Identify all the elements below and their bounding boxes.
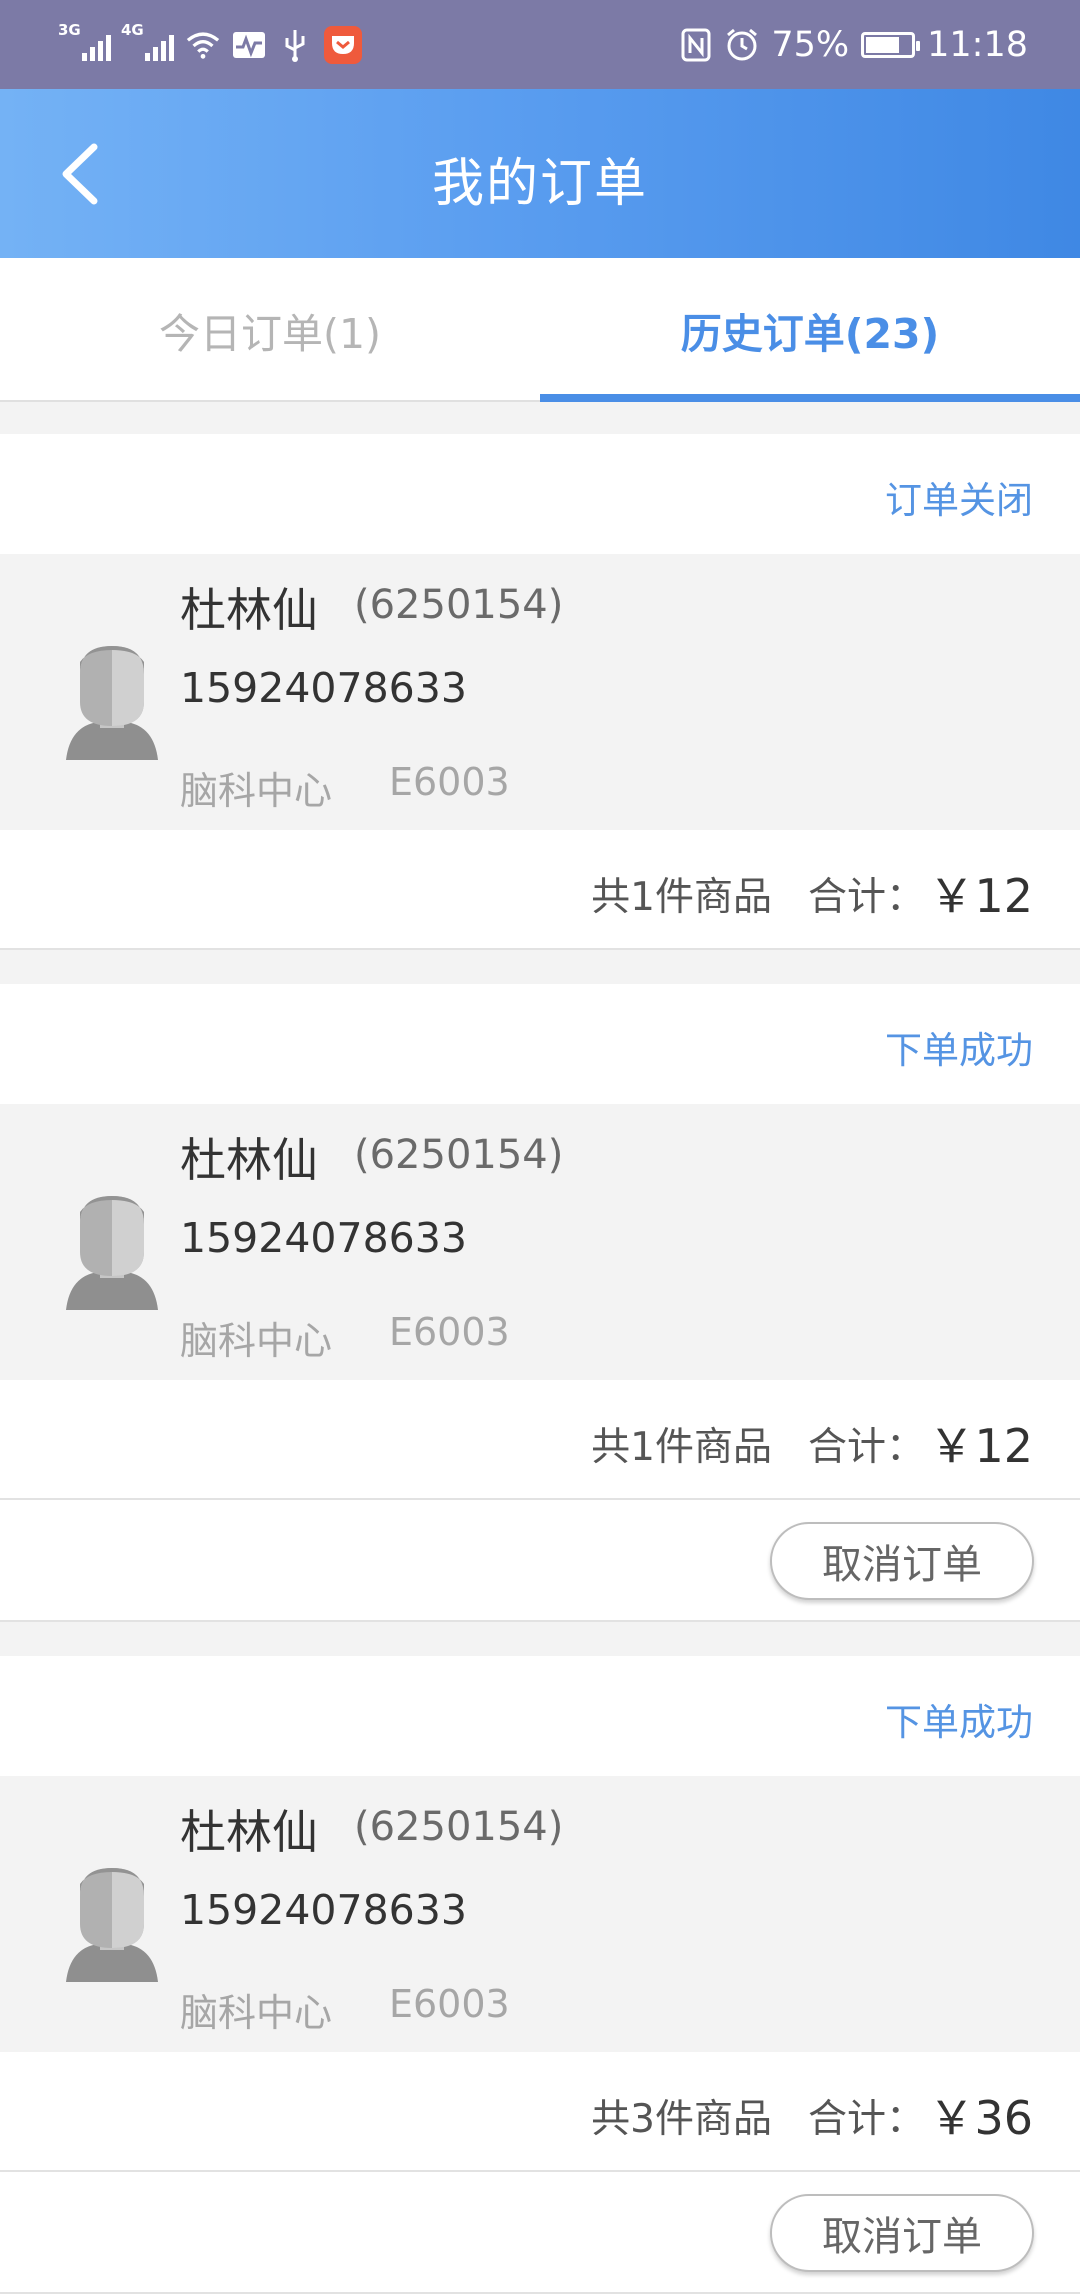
nfc-icon xyxy=(679,28,713,62)
department: 脑科中心 xyxy=(180,769,333,813)
order-status-row: 订单关闭 xyxy=(0,434,1080,554)
order-total-row: 共1件商品 合计： ￥12 xyxy=(0,1380,1080,1500)
order-action-row: 取消订单 xyxy=(0,2172,1080,2294)
order-total-row: 共1件商品 合计： ￥12 xyxy=(0,830,1080,950)
total-label: 合计： xyxy=(807,1425,925,1470)
battery-percent: 75% xyxy=(771,25,850,65)
customer-info[interactable]: 杜林仙 (6250154) 15924078633 脑科中心 E6003 xyxy=(0,1776,1080,2052)
order-card[interactable]: 下单成功 杜林仙 (6250154) 15924078633 脑科中心 E600… xyxy=(0,1656,1080,2294)
avatar-icon xyxy=(66,1196,158,1310)
usb-icon xyxy=(278,28,312,62)
order-card[interactable]: 订单关闭 杜林仙 (6250154) 15924078633 脑科中心 E600… xyxy=(0,434,1080,950)
customer-phone: 15924078633 xyxy=(180,1886,467,1934)
pocket-app-icon xyxy=(324,26,362,64)
wifi-icon xyxy=(186,28,220,62)
order-status-row: 下单成功 xyxy=(0,1656,1080,1776)
battery-fill xyxy=(866,37,900,53)
customer-name: 杜林仙 xyxy=(180,1133,318,1187)
order-status: 下单成功 xyxy=(885,1029,1033,1072)
order-status: 下单成功 xyxy=(885,1701,1033,1744)
order-card[interactable]: 下单成功 杜林仙 (6250154) 15924078633 脑科中心 E600… xyxy=(0,984,1080,1622)
customer-info[interactable]: 杜林仙 (6250154) 15924078633 脑科中心 E6003 xyxy=(0,1104,1080,1380)
tab-today-orders[interactable]: 今日订单(1) xyxy=(0,258,540,402)
tab-history-orders[interactable]: 历史订单(23) xyxy=(540,258,1080,402)
order-total-row: 共3件商品 合计： ￥36 xyxy=(0,2052,1080,2172)
bed-number: E6003 xyxy=(389,760,510,804)
department: 脑科中心 xyxy=(180,1319,333,1363)
cancel-order-button[interactable]: 取消订单 xyxy=(770,2194,1034,2272)
network-type-label: 4G xyxy=(121,21,144,39)
active-tab-indicator xyxy=(540,394,1080,402)
signal-icon: 3G xyxy=(58,21,111,61)
bed-number: E6003 xyxy=(389,1310,510,1354)
order-status: 订单关闭 xyxy=(885,479,1033,522)
signal-icon: 4G xyxy=(121,21,174,61)
bed-number: E6003 xyxy=(389,1982,510,2026)
alarm-icon xyxy=(725,28,759,62)
clock: 11:18 xyxy=(927,25,1028,65)
total-amount: ￥36 xyxy=(928,2091,1033,2145)
order-tabs: 今日订单(1) 历史订单(23) xyxy=(0,258,1080,402)
app-header: 我的订单 xyxy=(0,89,1080,258)
battery-icon xyxy=(861,32,921,58)
order-status-row: 下单成功 xyxy=(0,984,1080,1104)
order-action-row: 取消订单 xyxy=(0,1500,1080,1622)
page-title: 我的订单 xyxy=(431,154,648,214)
avatar-icon xyxy=(66,1868,158,1982)
status-bar: 3G 4G 75% 11:18 xyxy=(0,0,1080,89)
department: 脑科中心 xyxy=(180,1991,333,2035)
patient-id: (6250154) xyxy=(354,1804,564,1850)
customer-info[interactable]: 杜林仙 (6250154) 15924078633 脑科中心 E6003 xyxy=(0,554,1080,830)
total-amount: ￥12 xyxy=(928,869,1033,923)
total-label: 合计： xyxy=(807,2097,925,2142)
customer-name: 杜林仙 xyxy=(180,1805,318,1859)
patient-id: (6250154) xyxy=(354,582,564,628)
item-count: 共1件商品 xyxy=(591,875,772,920)
customer-phone: 15924078633 xyxy=(180,1214,467,1262)
item-count: 共3件商品 xyxy=(591,2097,772,2142)
cancel-order-button[interactable]: 取消订单 xyxy=(770,1522,1034,1600)
customer-phone: 15924078633 xyxy=(180,664,467,712)
total-label: 合计： xyxy=(807,875,925,920)
customer-name: 杜林仙 xyxy=(180,583,318,637)
item-count: 共1件商品 xyxy=(591,1425,772,1470)
network-type-label: 3G xyxy=(58,21,81,39)
total-amount: ￥12 xyxy=(928,1419,1033,1473)
patient-id: (6250154) xyxy=(354,1132,564,1178)
activity-icon xyxy=(232,28,266,62)
avatar-icon xyxy=(66,646,158,760)
